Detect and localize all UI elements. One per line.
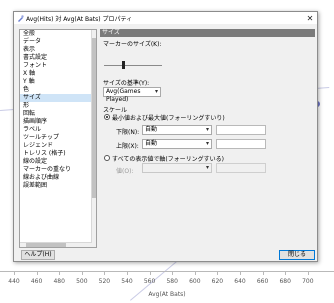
x-axis-tick xyxy=(217,271,219,275)
nav-item[interactable]: 回転 xyxy=(20,110,96,118)
x-axis-tick xyxy=(194,271,196,275)
x-axis-tick-label: 480 xyxy=(53,278,65,285)
value-input[interactable] xyxy=(216,163,266,173)
nav-horizontal-scrollbar[interactable] xyxy=(20,242,92,247)
upper-limit-input[interactable] xyxy=(216,139,266,149)
x-axis-tick-label: 640 xyxy=(234,278,246,285)
x-axis-tick xyxy=(307,271,309,275)
lower-limit-value: 自動 xyxy=(145,126,158,133)
size-by-label: サイズの基準(Y): xyxy=(103,80,150,87)
upper-limit-label: 上限(X): xyxy=(116,143,139,150)
x-axis-tick xyxy=(262,271,264,275)
nav-item[interactable]: X 軸 xyxy=(20,70,96,78)
x-axis-tick-label: 440 xyxy=(8,278,20,285)
all-values-radio-label[interactable]: すべての表示値で軸(フォーリングすいる) xyxy=(112,154,224,163)
all-values-radio[interactable] xyxy=(104,155,110,161)
chevron-down-icon: ▾ xyxy=(205,126,209,133)
range-radio-label[interactable]: 最小値および最大値(フォーリングすいり) xyxy=(112,113,225,122)
nav-item[interactable]: 線の設定 xyxy=(20,158,96,166)
x-axis-tick-label: 500 xyxy=(76,278,88,285)
x-axis-tick xyxy=(172,271,174,275)
chevron-down-icon: ▾ xyxy=(205,140,209,147)
nav-scroll-thumb[interactable] xyxy=(92,38,96,198)
x-axis-tick-label: 700 xyxy=(302,278,314,285)
properties-dialog: Avg(Hits) 対 Avg(At Bats) プロパティ ✕ 全般 データ 表示… xyxy=(13,11,318,262)
nav-item[interactable]: 書式設定 xyxy=(20,54,96,62)
marker-size-slider-thumb[interactable] xyxy=(122,61,125,69)
app-window: 440 460 480 500 520 540 560 580 600 620 640 660 680 7… xyxy=(0,0,334,303)
size-settings-panel: サイズ マーカーのサイズ(K): サイズの基準(Y): Avg(Games Pl… xyxy=(100,29,315,248)
value-label: 値(O): xyxy=(116,168,134,175)
x-axis-tick-label: 460 xyxy=(30,278,43,285)
x-axis-tick-label: 580 xyxy=(166,278,178,285)
nav-item[interactable]: データ xyxy=(20,38,96,46)
nav-item[interactable]: 誤差範囲 xyxy=(20,182,96,190)
x-axis-tick xyxy=(14,271,15,275)
upper-limit-value: 自動 xyxy=(145,140,158,147)
x-axis-tick xyxy=(149,271,151,275)
value-dropdown[interactable]: ▾ xyxy=(142,163,212,173)
nav-vertical-scrollbar[interactable] xyxy=(91,30,96,247)
dialog-title: Avg(Hits) 対 Avg(At Bats) プロパティ xyxy=(26,15,133,23)
nav-item[interactable]: サイズ xyxy=(20,94,96,102)
x-axis-tick xyxy=(81,271,83,275)
nav-item[interactable]: 全般 xyxy=(20,30,96,38)
x-axis-tick-label: 600 xyxy=(189,278,201,285)
nav-item[interactable]: 色 xyxy=(20,86,96,94)
nav-item[interactable]: レジェンド xyxy=(20,142,96,150)
x-axis-tick-label: 520 xyxy=(98,278,111,285)
x-axis-tick-label: 560 xyxy=(143,278,156,285)
dialog-titlebar[interactable]: Avg(Hits) 対 Avg(At Bats) プロパティ ✕ xyxy=(14,12,317,24)
property-category-list[interactable]: 全般 データ 表示 書式設定 フォント X 軸Y 軸色サイズ形回転 描画順序 ラベル ツールチッ… xyxy=(19,29,97,248)
chevron-down-icon: ▾ xyxy=(154,88,158,95)
x-axis-tick xyxy=(59,271,61,275)
range-radio[interactable] xyxy=(104,114,110,120)
marker-size-slider-track[interactable] xyxy=(104,65,162,66)
nav-item[interactable]: ラベル xyxy=(20,126,96,134)
nav-item[interactable]: 形 xyxy=(20,102,96,110)
panel-header: サイズ xyxy=(100,29,315,37)
x-axis-tick xyxy=(240,271,241,275)
nav-item[interactable]: トレリス (格子) xyxy=(20,150,96,158)
lower-limit-input[interactable] xyxy=(216,125,266,135)
close-button[interactable]: 閉じる xyxy=(279,250,315,260)
help-button[interactable]: ヘルプ(H) xyxy=(21,250,55,260)
x-axis-line xyxy=(0,271,334,272)
nav-item[interactable]: 描画順序 xyxy=(20,118,96,126)
lower-limit-dropdown[interactable]: 自動 ▾ xyxy=(142,125,212,135)
x-axis-tick-label: 660 xyxy=(256,278,269,285)
nav-item[interactable]: 表示 xyxy=(20,46,96,54)
nav-item[interactable]: 線および曲線 xyxy=(20,174,96,182)
x-axis-tick-label: 620 xyxy=(211,278,224,285)
size-by-dropdown[interactable]: Avg(Games Played) ▾ xyxy=(103,87,161,103)
nav-item[interactable]: ツールチップ xyxy=(20,134,96,142)
x-axis-tick-label: 540 xyxy=(121,278,133,285)
close-icon[interactable]: ✕ xyxy=(305,13,315,23)
nav-hscroll-thumb[interactable] xyxy=(26,243,66,247)
upper-limit-dropdown[interactable]: 自動 ▾ xyxy=(142,139,212,149)
nav-item[interactable]: フォント xyxy=(20,62,96,70)
size-by-value: Avg(Games Played) xyxy=(106,88,141,103)
marker-size-label: マーカーのサイズ(K): xyxy=(103,41,162,48)
lower-limit-label: 下限(N): xyxy=(116,129,140,136)
x-axis-tick xyxy=(104,271,106,275)
properties-icon xyxy=(17,14,24,22)
x-axis-tick xyxy=(127,271,128,275)
nav-item[interactable]: マーカーの重なり xyxy=(20,166,96,174)
x-axis-tick-label: 680 xyxy=(279,278,291,285)
chevron-down-icon: ▾ xyxy=(205,164,209,171)
nav-item[interactable]: Y 軸 xyxy=(20,78,96,86)
x-axis-label: Avg(At Bats) xyxy=(148,291,186,298)
x-axis-tick xyxy=(285,271,287,275)
x-axis-tick xyxy=(36,271,38,275)
